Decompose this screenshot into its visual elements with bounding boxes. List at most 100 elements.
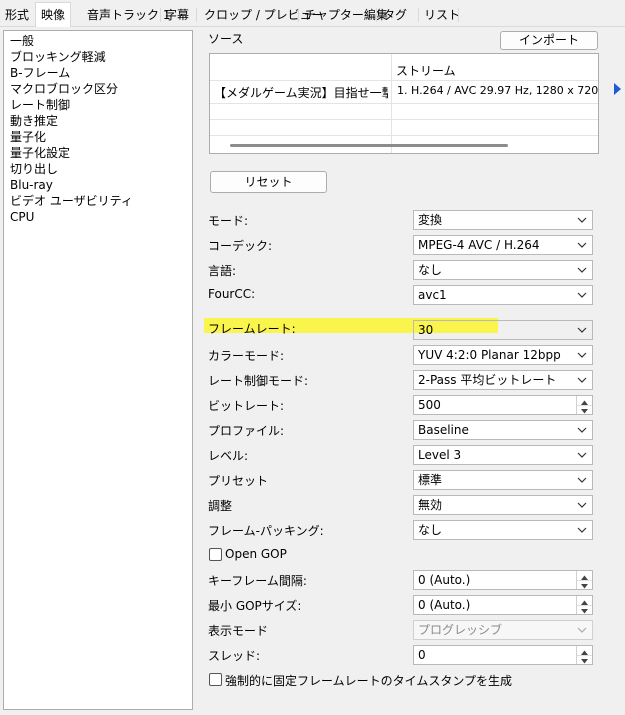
tab-bar: 形式 映像 音声トラック 1 字幕 クロップ / プレビュー チャプター編集 タ…	[0, 0, 625, 27]
spin-down-icon[interactable]	[577, 605, 592, 614]
display-mode-value: プログレッシブ	[418, 623, 503, 637]
chevron-down-icon	[577, 627, 587, 633]
nav-item-macroblock-partitions[interactable]: マクロブロック区分	[10, 81, 118, 97]
chevron-down-icon	[577, 477, 587, 483]
rate-control-mode-select[interactable]: 2-Pass 平均ビットレート	[413, 370, 593, 390]
spin-buttons	[576, 646, 592, 664]
tab-video[interactable]: 映像	[35, 2, 72, 27]
spin-down-icon[interactable]	[577, 580, 592, 589]
chevron-down-icon	[577, 217, 587, 223]
codec-select[interactable]: MPEG-4 AVC / H.264	[413, 235, 593, 255]
nav-item-b-frames[interactable]: B-フレーム	[10, 65, 70, 81]
chevron-down-icon	[577, 267, 587, 273]
bitrate-value: 500	[418, 398, 441, 412]
chevron-down-icon	[577, 327, 587, 333]
color-mode-label: カラーモード:	[208, 349, 285, 363]
frame-packing-value: なし	[418, 523, 443, 537]
spin-down-icon[interactable]	[577, 405, 592, 414]
keyframe-interval-value: 0 (Auto.)	[418, 573, 471, 587]
min-gop-size-label: 最小 GOPサイズ:	[208, 599, 302, 613]
fourcc-select[interactable]: avc1	[413, 285, 593, 305]
bitrate-stepper[interactable]: 500	[413, 395, 593, 415]
codec-value: MPEG-4 AVC / H.264	[418, 238, 540, 252]
import-button[interactable]: インポート	[500, 31, 598, 50]
nav-item-general[interactable]: 一般	[10, 33, 34, 49]
nav-item-deblocking[interactable]: ブロッキング軽減	[10, 49, 106, 65]
profile-select[interactable]: Baseline	[413, 420, 593, 440]
preset-value: 標準	[418, 473, 443, 487]
source-row-title: 【メダルゲーム実況】目指せ一撃…	[214, 86, 388, 100]
frame-packing-label: フレーム-パッキング:	[208, 524, 324, 538]
table-row	[210, 103, 598, 120]
nav-item-rate-control[interactable]: レート制御	[10, 97, 70, 113]
tab-separator	[376, 8, 377, 22]
preset-label: プリセット	[208, 474, 269, 488]
profile-label: プロファイル:	[208, 424, 285, 438]
nav-item-quantization[interactable]: 量子化	[10, 129, 46, 145]
threads-stepper[interactable]: 0	[413, 645, 593, 665]
table-row	[210, 119, 598, 136]
language-value: なし	[418, 263, 443, 277]
fourcc-value: avc1	[418, 288, 447, 302]
spin-down-icon[interactable]	[577, 655, 592, 664]
tab-separator	[196, 8, 197, 22]
mode-label: モード:	[208, 214, 249, 228]
mode-value: 変換	[418, 213, 443, 227]
nav-item-slicing[interactable]: 切り出し	[10, 161, 58, 177]
open-gop-checkbox[interactable]	[209, 548, 222, 561]
threads-value: 0	[418, 648, 426, 662]
force-cfr-timestamps-label: 強制的に固定フレームレートのタイムスタンプを生成	[225, 674, 513, 688]
nav-item-motion-estimation[interactable]: 動き推定	[10, 113, 58, 129]
arrow-right-icon[interactable]	[610, 80, 625, 98]
rate-control-mode-label: レート制御モード:	[208, 374, 309, 388]
settings-category-list[interactable]: 一般 ブロッキング軽減 B-フレーム マクロブロック区分 レート制御 動き推定 …	[3, 30, 193, 710]
tab-format[interactable]: 形式	[0, 5, 34, 25]
min-gop-size-stepper[interactable]: 0 (Auto.)	[413, 595, 593, 615]
threads-label: スレッド:	[208, 649, 261, 663]
nav-item-cpu[interactable]: CPU	[10, 209, 34, 225]
tune-value: 無効	[418, 498, 443, 512]
spin-buttons	[576, 396, 592, 414]
display-mode-select: プログレッシブ	[413, 620, 593, 640]
horizontal-scrollbar[interactable]	[230, 144, 508, 147]
nav-item-quantization-settings[interactable]: 量子化設定	[10, 145, 70, 161]
chevron-down-icon	[577, 292, 587, 298]
tab-separator	[458, 8, 459, 22]
display-mode-label: 表示モード	[208, 624, 269, 638]
color-mode-value: YUV 4:2:0 Planar 12bpp	[418, 348, 561, 362]
language-select[interactable]: なし	[413, 260, 593, 280]
preset-select[interactable]: 標準	[413, 470, 593, 490]
tune-select[interactable]: 無効	[413, 495, 593, 515]
spin-buttons	[576, 596, 592, 614]
language-label: 言語:	[208, 264, 237, 278]
chevron-down-icon	[577, 352, 587, 358]
tab-tags[interactable]: タグ	[378, 5, 412, 25]
source-row-stream-info: 1. H.264 / AVC 29.97 Hz, 1280 x 720 (16	[397, 84, 599, 97]
nav-item-video-usability[interactable]: ビデオ ユーザビリティ	[10, 193, 133, 209]
column-header-stream[interactable]: ストリーム	[396, 62, 456, 79]
min-gop-size-value: 0 (Auto.)	[418, 598, 471, 612]
level-value: Level 3	[418, 448, 462, 462]
chevron-down-icon	[577, 377, 587, 383]
level-select[interactable]: Level 3	[413, 445, 593, 465]
spin-buttons	[576, 571, 592, 589]
bitrate-label: ビットレート:	[208, 399, 285, 413]
chevron-down-icon	[577, 527, 587, 533]
chevron-down-icon	[577, 242, 587, 248]
keyframe-interval-stepper[interactable]: 0 (Auto.)	[413, 570, 593, 590]
fourcc-label: FourCC:	[208, 287, 256, 301]
force-cfr-timestamps-checkbox[interactable]	[209, 673, 222, 686]
framerate-select[interactable]: 30	[413, 320, 593, 340]
color-mode-select[interactable]: YUV 4:2:0 Planar 12bpp	[413, 345, 593, 365]
frame-packing-select[interactable]: なし	[413, 520, 593, 540]
reset-button[interactable]: リセット	[210, 171, 327, 193]
chevron-down-icon	[577, 452, 587, 458]
source-label: ソース	[208, 32, 244, 46]
level-label: レベル:	[208, 449, 249, 463]
source-stream-table[interactable]: ストリーム 【メダルゲーム実況】目指せ一撃… 1. H.264 / AVC 29…	[209, 53, 599, 154]
framerate-value: 30	[418, 323, 434, 337]
nav-item-blu-ray[interactable]: Blu-ray	[10, 177, 53, 193]
mode-select[interactable]: 変換	[413, 210, 593, 230]
codec-label: コーデック:	[208, 239, 273, 253]
tab-subtitles[interactable]: 字幕	[160, 5, 194, 25]
